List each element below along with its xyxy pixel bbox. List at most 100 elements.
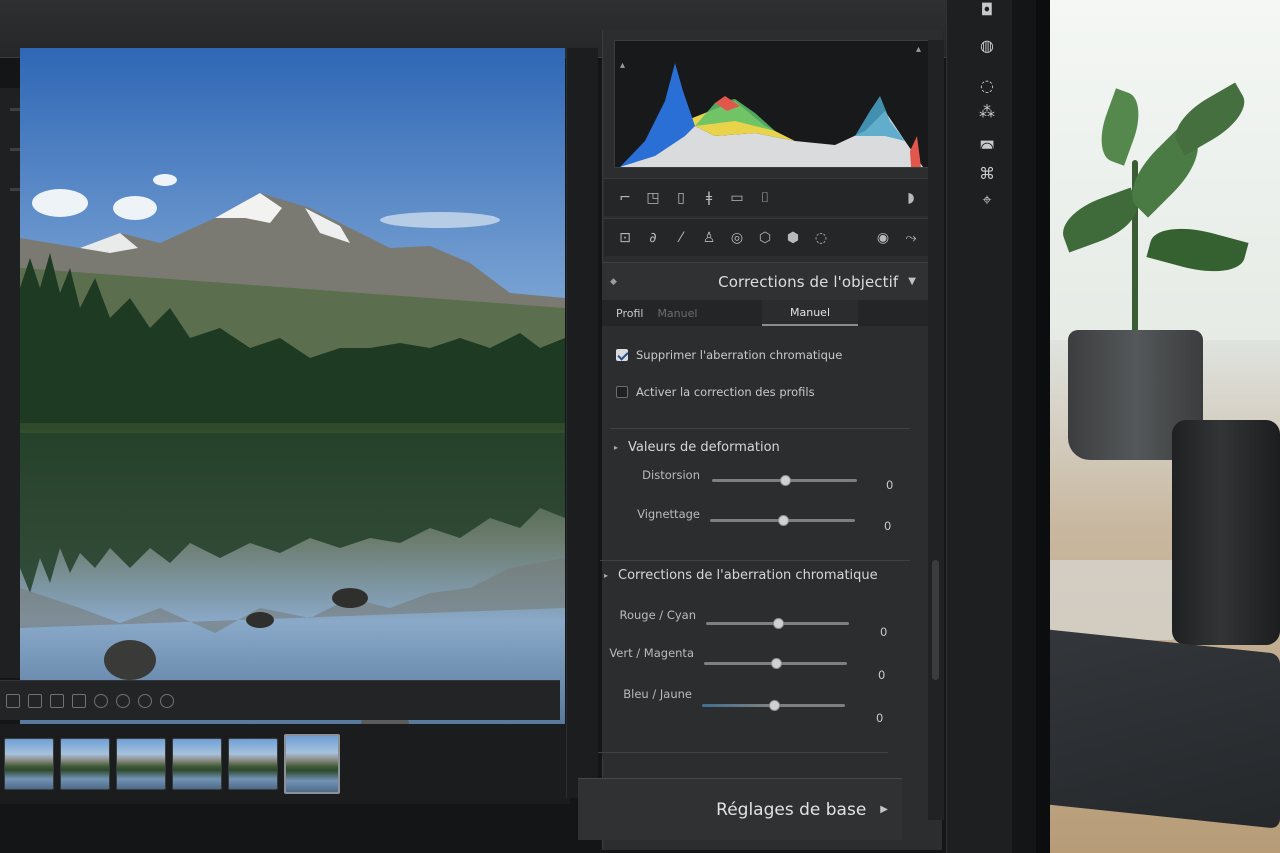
frame-icon[interactable]: ⊡ [618,230,632,246]
pen-icon[interactable]: ⁄ [674,230,688,246]
expand-icon[interactable]: ▸ [604,571,608,580]
filmstrip-thumbnail[interactable] [228,738,278,790]
slider-label-red-cyan: Rouge / Cyan [619,608,696,622]
mask-tool-icon[interactable]: ⁂ [977,102,997,121]
slider-thumb-green-magenta[interactable] [770,658,782,669]
slider-label-blue-yellow: Bleu / Jaune [623,687,692,701]
flag-icon[interactable] [94,693,108,708]
slider-label-green-magenta: Vert / Magenta [609,646,694,660]
slider-thumb-vignetting[interactable] [777,515,789,526]
slider-value-blue-yellow[interactable]: 0 [876,711,883,725]
tool-strip-2: ⊡ ∂ ⁄ ♙ ◎ ⬡ ⬢ ◌ ◉ ⤳ [604,218,930,256]
pin-icon[interactable]: ⤳ [904,230,918,246]
slider-label-vignetting: Vignettage [637,507,700,521]
desk-notebook [1015,626,1280,829]
camera-icon[interactable]: ◘ [977,0,997,19]
slider-thumb-red-cyan[interactable] [772,618,784,629]
right-tool-column: ◘ ◍ ◌ ⁂ ◚ ⌘ ⌖ [946,0,1012,853]
checkbox-profile-correction[interactable]: Activer la correction des profils [616,385,815,399]
rating-icon[interactable] [116,693,130,708]
ca-group-header[interactable]: ▸ Corrections de l'aberration chromatiqu… [604,568,878,583]
slider-value-distortion[interactable]: 0 [886,478,893,492]
snapshot-icon[interactable]: ⌖ [977,190,997,210]
checkbox-label: Activer la correction des profils [636,385,815,399]
lens-corrections-title: Corrections de l'objectif [718,272,899,291]
heal-icon[interactable]: ◳ [646,190,660,206]
filmstrip-thumbnail[interactable] [116,738,166,790]
scrollbar-thumb[interactable] [932,560,939,680]
survey-view-icon[interactable] [72,693,86,708]
divider [600,560,910,561]
tool-strip-1: ⌐ ◳ ▯ ǂ ▭ ⌷ ◗ [604,178,930,216]
histogram-red-right [910,136,921,167]
distortion-group-header[interactable]: ▸ Valeurs de deformation [614,440,780,455]
histogram [614,40,930,168]
filmstrip-thumbnail[interactable] [172,738,222,790]
panel-scrollbar[interactable] [928,40,944,820]
slider-thumb-distortion[interactable] [779,475,791,486]
basic-settings-header[interactable]: Réglages de base ▶ [578,778,902,840]
clip-highlight-icon[interactable]: ▴ [916,44,921,55]
landscape-photo [20,48,565,748]
edit-icon[interactable]: ◍ [977,36,997,55]
slider-track-red-cyan[interactable] [706,618,849,629]
brush-tool-icon[interactable]: ∂ [646,230,660,246]
slider-thumb-blue-yellow[interactable] [768,700,780,711]
detail-toggle-icon[interactable]: ◗ [904,190,918,206]
checkbox-remove-ca[interactable]: Supprimer l'aberration chromatique [616,348,842,362]
circle-icon[interactable]: ◉ [876,230,890,246]
lens-corrections-header[interactable]: ◆ Corrections de l'objectif ▼ [602,262,928,300]
slider-value-green-magenta[interactable]: 0 [878,668,885,682]
compare-view-icon[interactable] [50,693,64,708]
preset-icon[interactable]: ⌘ [977,164,997,183]
filmstrip-thumbnail[interactable] [60,738,110,790]
chevron-right-icon[interactable]: ▶ [880,804,888,815]
crop-icon[interactable]: ⌐ [618,190,632,206]
expand-icon[interactable]: ▸ [614,443,618,452]
histogram-blue-right [855,96,905,141]
filter-icon[interactable]: ◎ [730,230,744,246]
checkbox-unchecked[interactable] [616,386,628,398]
slider-track-distortion[interactable] [712,475,857,486]
histogram-graph [620,63,923,167]
divider [610,428,910,429]
basic-settings-title: Réglages de base [716,799,867,820]
mask-c-icon[interactable]: ◌ [814,230,828,246]
slider-label-distortion: Distorsion [642,468,700,482]
photo-viewer[interactable] [20,48,565,748]
slider-value-red-cyan[interactable]: 0 [880,625,887,639]
redeye-tool-icon[interactable]: ◚ [977,138,997,157]
tab-profile[interactable]: Profil [602,307,657,320]
grad-icon[interactable]: ▭ [730,190,744,206]
tab-manual-ghost: Manuel [657,306,698,320]
mask-icon[interactable]: ▯ [674,190,688,206]
rotate-icon[interactable] [160,693,174,708]
filmstrip [0,724,570,804]
filmstrip-thumbnail[interactable] [4,738,54,790]
section-collapse-icon[interactable]: ◆ [610,277,617,287]
filmstrip-thumbnail-selected[interactable] [284,734,340,794]
checkbox-checked[interactable] [616,349,628,361]
redeye-icon[interactable]: ǂ [702,190,716,206]
color-label-icon[interactable] [138,693,152,708]
checkbox-label: Supprimer l'aberration chromatique [636,348,843,362]
slider-track-blue-yellow[interactable] [702,700,845,711]
ca-group-title: Corrections de l'aberration chromatique [618,568,878,583]
lens-tabs: Profil Manuel Manuel [602,300,928,326]
mask-a-icon[interactable]: ⬡ [758,230,772,246]
slider-track-vignetting[interactable] [710,515,855,526]
chevron-down-icon[interactable]: ▼ [908,276,916,287]
grid-view-icon[interactable] [6,693,20,708]
clip-shadow-icon[interactable]: ▴ [620,60,625,71]
loupe-view-icon[interactable] [28,693,42,708]
people-icon[interactable]: ♙ [702,230,716,246]
slider-value-vignetting[interactable]: 0 [884,519,891,533]
brush-icon[interactable]: ⌷ [758,190,772,206]
slider-track-green-magenta[interactable] [704,658,847,669]
distortion-group-title: Valeurs de deformation [628,440,780,455]
tab-manual[interactable]: Manuel [762,300,858,326]
heal-tool-icon[interactable]: ◌ [977,76,997,95]
filmstrip-toolbar [0,680,560,720]
viewer-scrollbar[interactable] [566,48,598,798]
mask-b-icon[interactable]: ⬢ [786,230,800,246]
